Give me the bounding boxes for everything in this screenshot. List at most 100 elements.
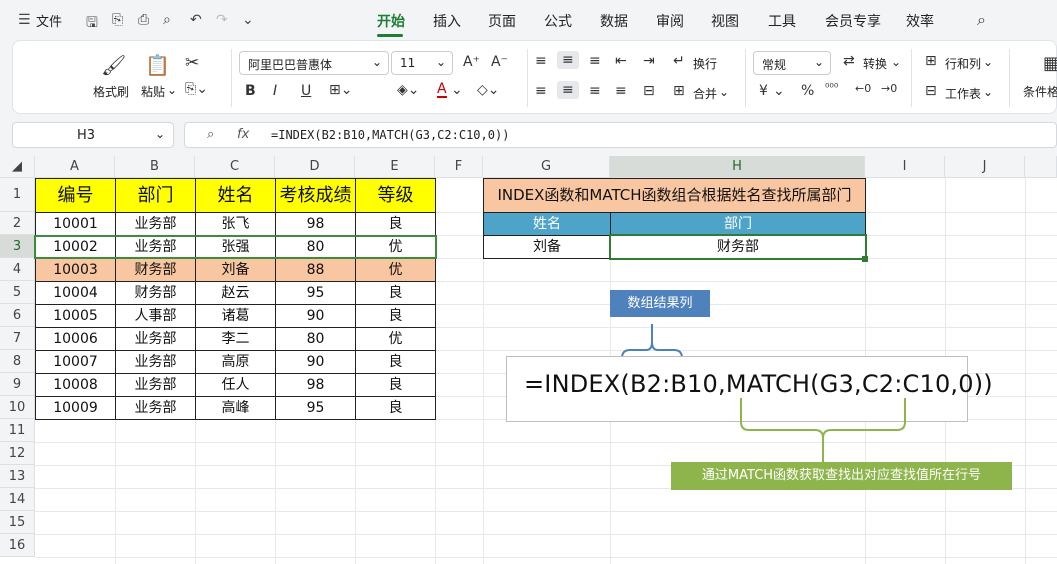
row-header-7[interactable]: 7 [0, 327, 35, 350]
align-center-icon[interactable]: ≡ [557, 81, 579, 99]
fill-handle[interactable] [862, 256, 868, 262]
col-header-c[interactable]: C [195, 156, 275, 178]
row-header-6[interactable]: 6 [0, 304, 35, 327]
chevron-down-icon[interactable]: ⌄ [773, 83, 785, 99]
table-cell[interactable]: 10007 [36, 351, 116, 374]
paste-icon[interactable]: 📋 [145, 53, 170, 77]
table-cell[interactable]: 业务部 [116, 328, 196, 351]
merge-icon[interactable]: ⊞ [673, 83, 685, 99]
tab-view[interactable]: 视图 [711, 11, 739, 31]
table-cell[interactable]: 李二 [196, 328, 276, 351]
scissors-icon[interactable]: ✂ [185, 53, 199, 73]
chevron-down-icon[interactable]: ⌄ [451, 82, 463, 98]
col-header-b[interactable]: B [115, 156, 195, 178]
table-cell[interactable]: 业务部 [116, 236, 196, 259]
tab-tools[interactable]: 工具 [768, 11, 796, 31]
tab-home[interactable]: 开始 [377, 11, 405, 31]
col-header-a[interactable]: A [35, 156, 115, 178]
table-cell[interactable]: 人事部 [116, 305, 196, 328]
formula-input[interactable]: =INDEX(B2:B10,MATCH(G3,C2:C10,0)) [271, 128, 509, 142]
chevron-down-icon[interactable]: ⌄ [719, 85, 729, 99]
wrap-icon[interactable]: ↵ [673, 53, 685, 69]
fill-color-icon[interactable]: ◈⌄ [397, 82, 420, 98]
row-header-3[interactable]: 3 [0, 235, 35, 258]
paste-label[interactable]: 粘贴 [141, 83, 165, 100]
row-header-11[interactable]: 11 [0, 419, 35, 442]
italic-button[interactable]: I [273, 83, 277, 99]
row-header-4[interactable]: 4 [0, 258, 35, 281]
select-all-corner[interactable]: ◢ [0, 156, 35, 178]
convert-icon[interactable]: ⇄ [843, 53, 855, 69]
align-bottom-icon[interactable]: ≡ [589, 53, 601, 69]
table-cell[interactable]: 业务部 [116, 397, 196, 420]
row-header-15[interactable]: 15 [0, 511, 35, 534]
percent-button[interactable]: % [801, 83, 814, 99]
tab-page[interactable]: 页面 [488, 11, 516, 31]
lookup-result-cell[interactable]: 财务部 [611, 236, 866, 259]
table-cell[interactable]: 95 [276, 282, 356, 305]
underline-button[interactable]: U [301, 83, 311, 99]
col-header-k[interactable] [1025, 156, 1057, 178]
font-size-select[interactable]: 11 ⌄ [391, 51, 453, 75]
table-cell[interactable]: 10001 [36, 213, 116, 236]
tab-review[interactable]: 审阅 [656, 11, 684, 31]
table-cell[interactable]: 业务部 [116, 374, 196, 397]
table-cell-highlighted[interactable]: 财务部 [116, 259, 196, 282]
fx-icon[interactable]: fx [237, 127, 249, 142]
table-cell[interactable]: 高峰 [196, 397, 276, 420]
table-cell[interactable]: 良 [356, 374, 436, 397]
table-cell-highlighted[interactable]: 10003 [36, 259, 116, 282]
table-cell[interactable]: 诸葛 [196, 305, 276, 328]
table-cell[interactable]: 赵云 [196, 282, 276, 305]
row-header-10[interactable]: 10 [0, 396, 35, 419]
table-cell[interactable]: 财务部 [116, 282, 196, 305]
table-header-cell[interactable]: 等级 [356, 179, 436, 213]
chevron-down-icon[interactable]: ⌄ [983, 55, 993, 69]
col-header-d[interactable]: D [275, 156, 355, 178]
table-cell[interactable]: 优 [356, 236, 436, 259]
chevron-down-icon[interactable]: ⌄ [891, 55, 901, 69]
print-icon[interactable]: ⎙ [138, 12, 149, 28]
align-left-icon[interactable]: ≡ [535, 83, 547, 99]
tab-efficiency[interactable]: 效率 [906, 11, 934, 31]
cond-format-button[interactable]: 条件格 [1023, 83, 1057, 100]
table-cell[interactable]: 10004 [36, 282, 116, 305]
table-header-cell[interactable]: 部门 [116, 179, 196, 213]
chevron-down-icon[interactable]: ⌄ [242, 12, 254, 28]
row-header-13[interactable]: 13 [0, 465, 35, 488]
zoom-icon[interactable]: ⌕ [207, 127, 214, 142]
row-header-9[interactable]: 9 [0, 373, 35, 396]
distribute-icon[interactable]: ⊟ [643, 83, 655, 99]
eraser-icon[interactable]: ◇⌄ [477, 82, 500, 98]
col-header-g[interactable]: G [483, 156, 610, 178]
align-middle-icon[interactable]: ≡ [557, 51, 579, 69]
justify-icon[interactable]: ≡ [615, 83, 627, 99]
col-header-j[interactable]: J [945, 156, 1025, 178]
font-grow-icon[interactable]: A⁺ [463, 54, 480, 70]
format-painter-icon[interactable]: 🖌 [101, 53, 126, 77]
worksheet-button[interactable]: 工作表 [945, 85, 981, 102]
table-cell[interactable]: 良 [356, 351, 436, 374]
align-top-icon[interactable]: ≡ [535, 53, 547, 69]
print-preview-icon[interactable]: ⌕ [163, 12, 171, 28]
table-cell[interactable]: 10005 [36, 305, 116, 328]
table-cell[interactable]: 优 [356, 328, 436, 351]
table-cell-highlighted[interactable]: 88 [276, 259, 356, 282]
table-cell[interactable]: 90 [276, 305, 356, 328]
undo-icon[interactable]: ↶ [190, 12, 202, 28]
col-header-i[interactable]: I [865, 156, 945, 178]
col-header-f[interactable]: F [435, 156, 483, 178]
table-header-cell[interactable]: 姓名 [196, 179, 276, 213]
table-cell[interactable]: 张飞 [196, 213, 276, 236]
table-cell[interactable]: 98 [276, 213, 356, 236]
search-icon[interactable]: ⌕ [977, 10, 986, 30]
align-right-icon[interactable]: ≡ [589, 83, 601, 99]
table-cell[interactable]: 10008 [36, 374, 116, 397]
paste-dropdown-icon[interactable]: ⌄ [167, 83, 177, 97]
table-cell[interactable]: 10009 [36, 397, 116, 420]
table-cell[interactable]: 95 [276, 397, 356, 420]
indent-decrease-icon[interactable]: ⇤ [615, 53, 627, 69]
file-menu[interactable]: 文件 [36, 11, 62, 30]
table-header-cell[interactable]: 编号 [36, 179, 116, 213]
increase-decimal-icon[interactable]: ←0 [855, 82, 871, 95]
